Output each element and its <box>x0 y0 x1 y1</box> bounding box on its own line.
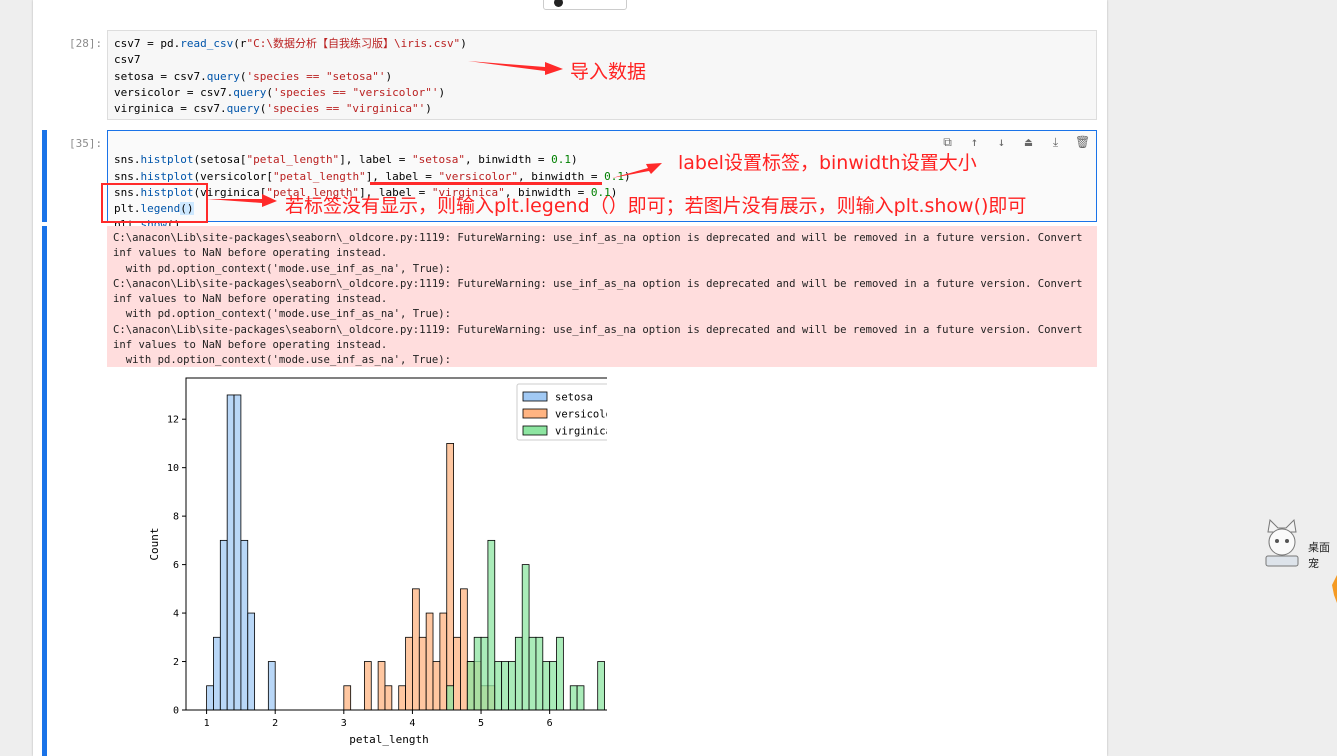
bar-setosa <box>240 539 249 711</box>
code-line: setosa = csv7.query('species == "setosa"… <box>114 69 393 83</box>
insert-below-icon[interactable]: ⤓ <box>1048 135 1063 150</box>
bar-virginica <box>514 636 523 711</box>
bar-setosa <box>206 685 214 711</box>
bar-versicolor <box>377 661 386 711</box>
bar-versicolor <box>432 661 441 711</box>
y-axis-label: Count <box>148 527 161 560</box>
cell-prompt: [28]: <box>69 37 103 50</box>
bar-virginica <box>576 685 585 711</box>
bar-versicolor <box>398 685 406 711</box>
x-tick-label: 6 <box>547 718 553 729</box>
x-axis-label: petal_length <box>349 733 428 746</box>
y-tick-label: 8 <box>173 512 179 523</box>
bar-setosa <box>213 636 221 711</box>
cell-prompt: [35]: <box>69 137 103 150</box>
bar-versicolor <box>439 612 448 711</box>
code-line: csv7 <box>114 53 141 67</box>
bar-virginica <box>508 661 516 711</box>
y-tick-label: 4 <box>173 609 179 620</box>
annotation-import: 导入数据 <box>570 61 647 83</box>
bar-setosa <box>219 539 228 711</box>
legend-swatch-versicolor <box>522 408 548 419</box>
insert-above-icon[interactable]: ⏏ <box>1021 135 1036 150</box>
x-tick-label: 3 <box>341 718 347 729</box>
annotation-label-binwidth: label设置标签，binwidth设置大小 <box>678 152 977 174</box>
y-tick-label: 10 <box>167 463 179 474</box>
bar-virginica <box>501 661 509 711</box>
bar-versicolor <box>460 588 468 711</box>
y-tick-label: 6 <box>173 560 179 571</box>
bar-virginica <box>549 661 557 711</box>
legend-label-versicolor: versicolor <box>555 409 607 421</box>
notebook-page: [28]: csv7 = pd.read_csv(r"C:\数据分析【自我练习版… <box>33 0 1107 756</box>
bar-virginica <box>494 661 503 711</box>
code-line: virginica = csv7.query('species == "virg… <box>114 102 432 116</box>
code-line: sns.histplot(setosa["petal_length"], lab… <box>114 153 578 167</box>
bar-versicolor <box>363 661 372 711</box>
bar-virginica <box>569 685 578 711</box>
desktop-pet-label: 桌面宠 <box>1308 541 1330 570</box>
y-tick-label: 0 <box>173 706 179 717</box>
kernel-indicator-icon <box>554 0 563 7</box>
active-cell-indicator <box>42 130 47 222</box>
bar-virginica <box>487 539 496 711</box>
bar-setosa <box>247 612 256 711</box>
x-tick-label: 5 <box>478 718 484 729</box>
legend-swatch-setosa <box>522 391 548 402</box>
bar-virginica <box>480 636 489 711</box>
bar-virginica <box>446 685 455 711</box>
kernel-status-widget[interactable] <box>543 0 627 10</box>
output-indicator <box>42 226 47 756</box>
bar-virginica <box>473 636 482 711</box>
bar-virginica <box>528 636 537 711</box>
y-tick-label: 2 <box>173 657 179 668</box>
bar-virginica <box>535 636 544 711</box>
bar-virginica <box>542 661 551 711</box>
move-down-icon[interactable]: ↓ <box>994 135 1009 150</box>
x-tick-label: 2 <box>272 718 278 729</box>
bar-virginica <box>521 564 530 711</box>
code-block: csv7 = pd.read_csv(r"C:\数据分析【自我练习版】\iris… <box>114 36 467 117</box>
delete-cell-icon[interactable]: 🗑 <box>1075 135 1090 150</box>
bar-versicolor <box>418 636 427 711</box>
orange-mark-icon <box>1332 575 1337 603</box>
bar-setosa <box>226 394 235 711</box>
bar-versicolor <box>412 588 420 711</box>
bar-versicolor <box>405 636 413 711</box>
label-underline <box>370 182 602 185</box>
legend-label-setosa: setosa <box>555 392 593 404</box>
stderr-output: C:\anacon\Lib\site-packages\seaborn\_old… <box>107 226 1097 367</box>
bar-versicolor <box>446 443 455 711</box>
bar-virginica <box>597 661 605 711</box>
legend-show-highlight <box>101 183 208 223</box>
annotation-legend-show: 若标签没有显示，则输入plt.legend（）即可；若图片没有展示，则输入plt… <box>285 195 1027 217</box>
bar-versicolor <box>343 685 352 711</box>
code-line: versicolor = csv7.query('species == "ver… <box>114 85 446 99</box>
bar-virginica <box>466 661 475 711</box>
legend-swatch-virginica <box>522 425 548 436</box>
bar-versicolor <box>425 612 434 711</box>
legend-label-virginica: virginica <box>555 426 607 438</box>
code-line: csv7 = pd.read_csv(r"C:\数据分析【自我练习版】\iris… <box>114 37 467 50</box>
x-tick-label: 4 <box>409 718 415 729</box>
bar-setosa <box>233 394 242 711</box>
y-tick-label: 12 <box>167 415 179 426</box>
bar-virginica <box>556 636 564 711</box>
desktop-pet-icon[interactable] <box>1262 518 1302 570</box>
x-tick-label: 1 <box>204 718 210 729</box>
code-line: sns.histplot(versicolor["petal_length"],… <box>114 169 631 183</box>
bar-versicolor <box>384 685 393 711</box>
histogram-chart: 1234567024681012petal_lengthCountsetosav… <box>148 377 607 746</box>
bar-setosa <box>267 661 276 711</box>
bar-versicolor <box>453 636 461 711</box>
